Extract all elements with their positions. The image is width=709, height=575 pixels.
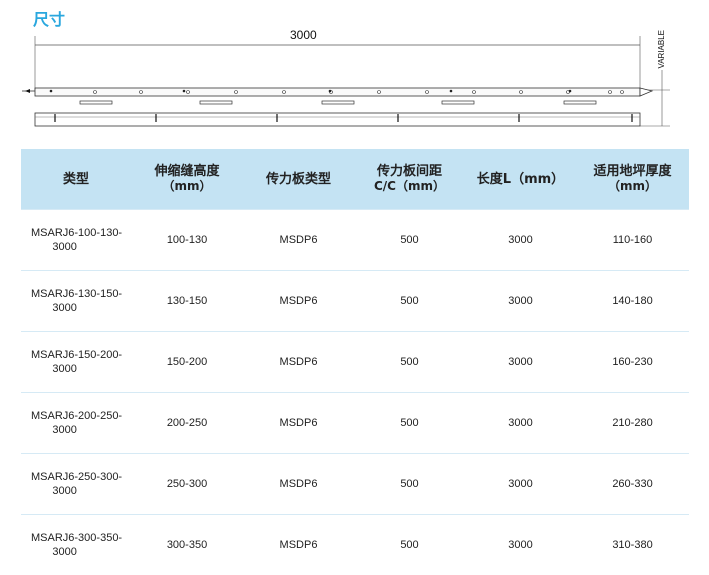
- cell-height: 250-300: [131, 454, 243, 515]
- cell-plate: MSDP6: [243, 271, 354, 332]
- cell-length: 3000: [465, 515, 576, 575]
- header-joint-height: 伸缩缝高度（mm）: [131, 149, 243, 210]
- table-row: MSARJ6-130-150- 3000 130-150 MSDP6 500 3…: [21, 271, 689, 332]
- cell-type: MSARJ6-250-300- 3000: [21, 454, 131, 515]
- header-type: 类型: [21, 149, 131, 210]
- table-row: MSARJ6-250-300- 3000 250-300 MSDP6 500 3…: [21, 454, 689, 515]
- cell-plate: MSDP6: [243, 393, 354, 454]
- cell-plate: MSDP6: [243, 210, 354, 271]
- variable-height-label: VARIABLE: [657, 30, 666, 69]
- cell-plate: MSDP6: [243, 454, 354, 515]
- cell-spacing: 500: [354, 454, 465, 515]
- cell-length: 3000: [465, 393, 576, 454]
- cell-plate: MSDP6: [243, 332, 354, 393]
- header-length: 长度L（mm）: [465, 149, 576, 210]
- cell-type: MSARJ6-200-250- 3000: [21, 393, 131, 454]
- cell-floor: 140-180: [576, 271, 689, 332]
- cell-type: MSARJ6-130-150- 3000: [21, 271, 131, 332]
- cell-floor: 310-380: [576, 515, 689, 575]
- cell-height: 150-200: [131, 332, 243, 393]
- header-floor-thickness: 适用地坪厚度（mm）: [576, 149, 689, 210]
- table-header-row: 类型 伸缩缝高度（mm） 传力板类型 传力板间距C/C（mm） 长度L（mm） …: [21, 149, 689, 210]
- cell-length: 3000: [465, 332, 576, 393]
- cell-floor: 210-280: [576, 393, 689, 454]
- header-plate-type: 传力板类型: [243, 149, 354, 210]
- cell-floor: 110-160: [576, 210, 689, 271]
- cell-floor: 160-230: [576, 332, 689, 393]
- cell-length: 3000: [465, 210, 576, 271]
- cell-spacing: 500: [354, 210, 465, 271]
- table-row: MSARJ6-150-200- 3000 150-200 MSDP6 500 3…: [21, 332, 689, 393]
- cell-height: 300-350: [131, 515, 243, 575]
- cell-length: 3000: [465, 271, 576, 332]
- cell-spacing: 500: [354, 515, 465, 575]
- cell-plate: MSDP6: [243, 515, 354, 575]
- length-dimension-label: 3000: [290, 28, 317, 42]
- cell-height: 100-130: [131, 210, 243, 271]
- cell-height: 200-250: [131, 393, 243, 454]
- cell-spacing: 500: [354, 393, 465, 454]
- cell-height: 130-150: [131, 271, 243, 332]
- table-row: MSARJ6-100-130- 3000 100-130 MSDP6 500 3…: [21, 210, 689, 271]
- spec-table: 类型 伸缩缝高度（mm） 传力板类型 传力板间距C/C（mm） 长度L（mm） …: [21, 149, 689, 575]
- cell-type: MSARJ6-300-350- 3000: [21, 515, 131, 575]
- cell-length: 3000: [465, 454, 576, 515]
- cell-type: MSARJ6-100-130- 3000: [21, 210, 131, 271]
- dimension-drawing: [0, 0, 709, 140]
- cell-floor: 260-330: [576, 454, 689, 515]
- table-row: MSARJ6-200-250- 3000 200-250 MSDP6 500 3…: [21, 393, 689, 454]
- cell-spacing: 500: [354, 271, 465, 332]
- cell-type: MSARJ6-150-200- 3000: [21, 332, 131, 393]
- cell-spacing: 500: [354, 332, 465, 393]
- table-row: MSARJ6-300-350- 3000 300-350 MSDP6 500 3…: [21, 515, 689, 575]
- header-plate-spacing: 传力板间距C/C（mm）: [354, 149, 465, 210]
